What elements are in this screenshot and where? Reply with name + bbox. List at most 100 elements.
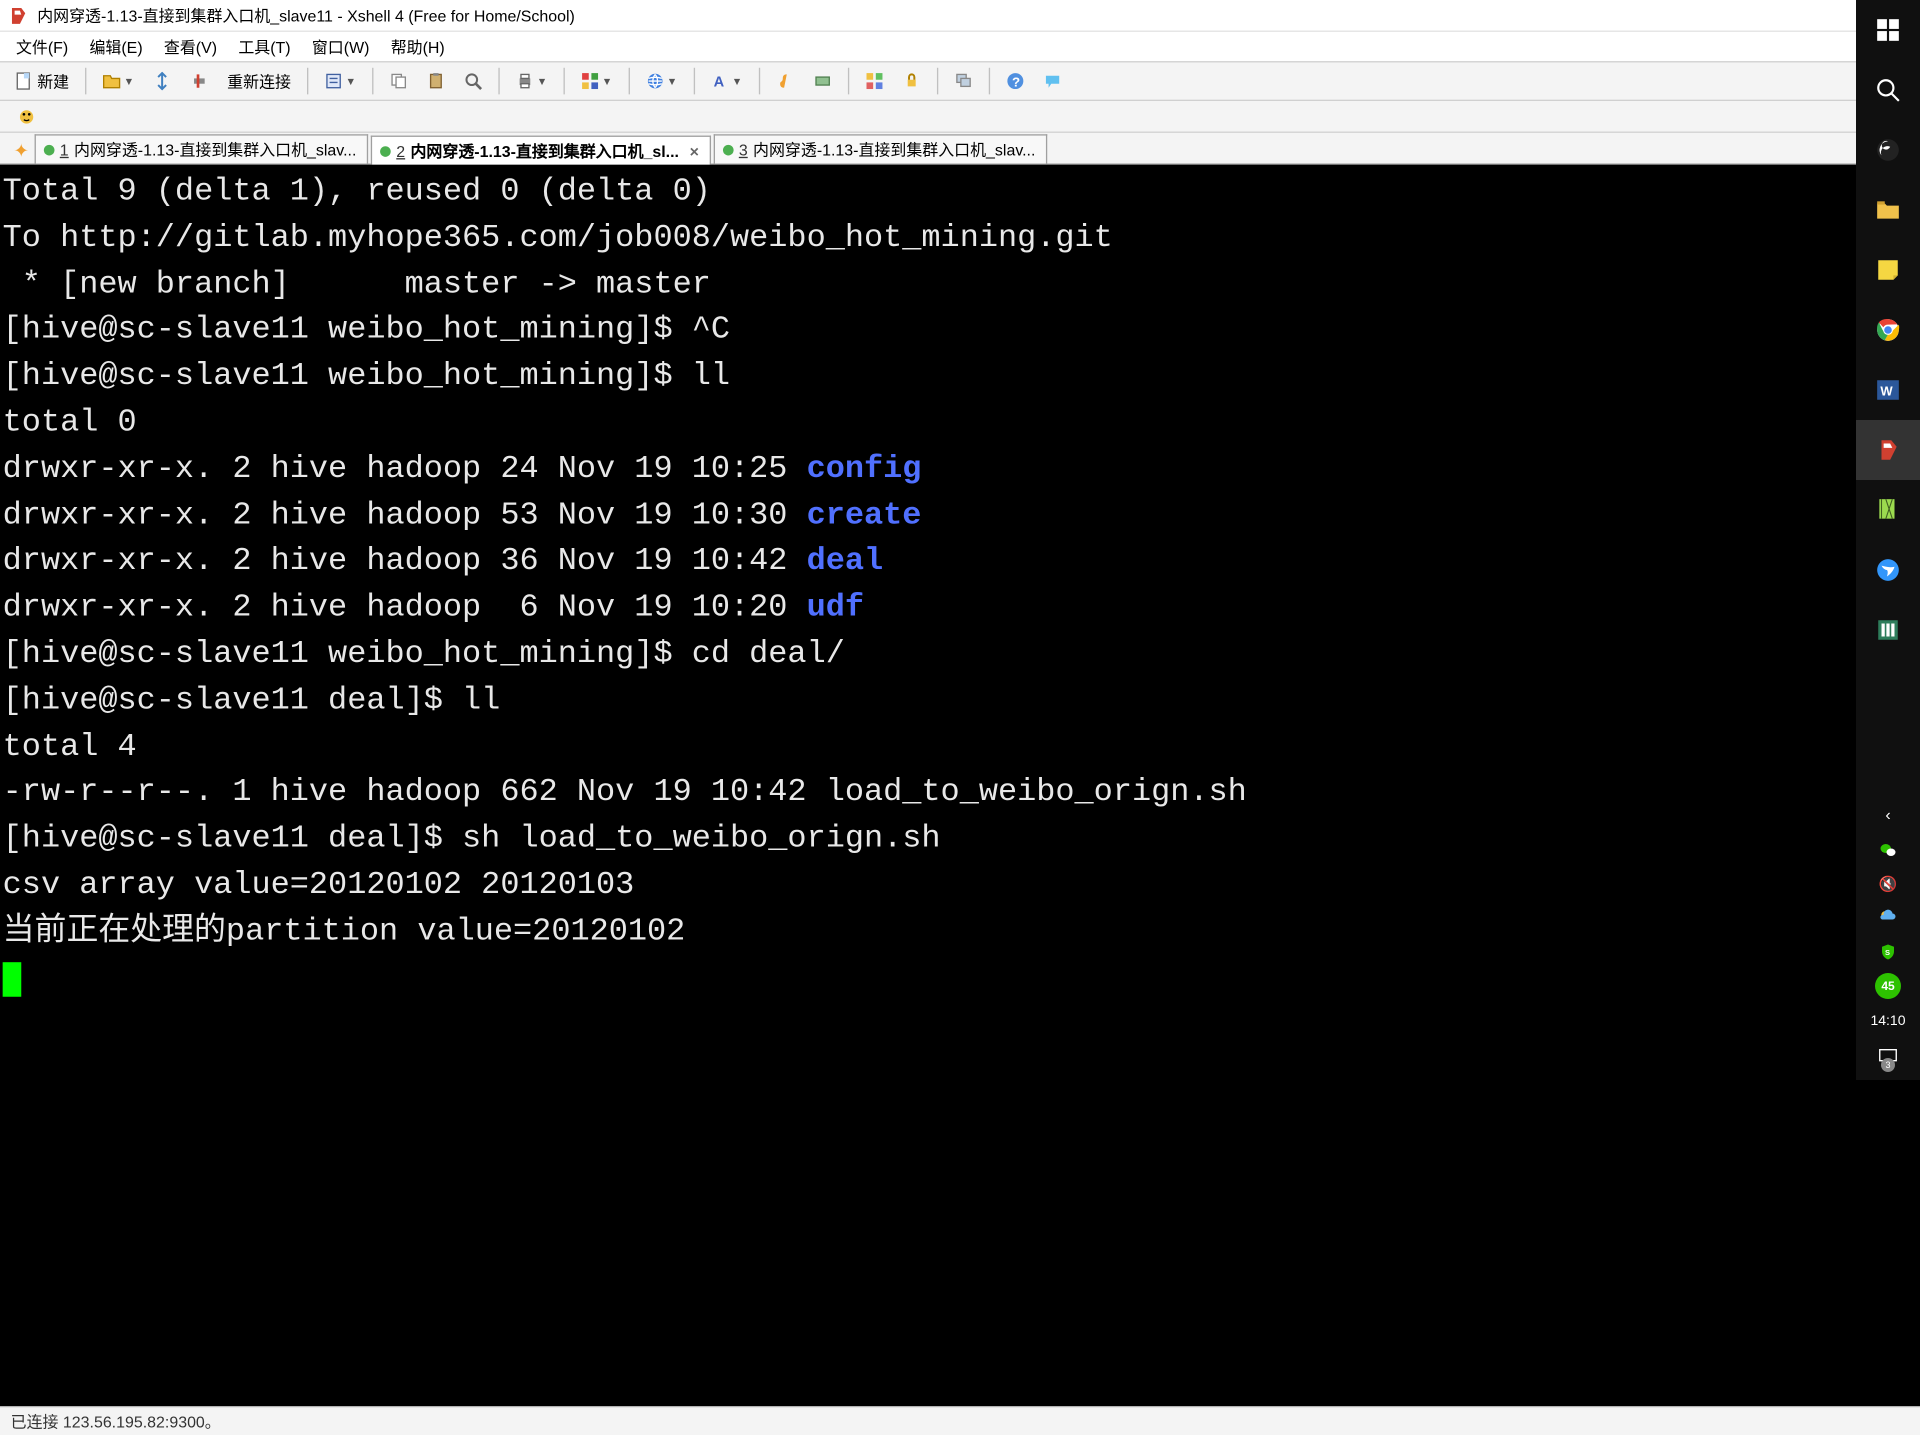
taskbar-app-dingtalk[interactable] (1856, 540, 1920, 600)
taskbar-app-chrome[interactable] (1856, 300, 1920, 360)
cascade-button[interactable] (947, 66, 979, 95)
terminal-container: Total 9 (delta 1), reused 0 (delta 0) To… (0, 165, 1920, 1406)
terminal-line: [hive@sc-slave11 weibo_hot_mining]$ ^C (3, 313, 730, 349)
web-button[interactable]: ▼ (639, 66, 684, 95)
menu-help[interactable]: 帮助(H) (383, 33, 453, 61)
print-button[interactable]: ▼ (509, 66, 554, 95)
addressbar-button[interactable] (11, 102, 43, 131)
terminal-line: [hive@sc-slave11 weibo_hot_mining]$ cd d… (3, 637, 845, 673)
tray-weather-icon[interactable] (1856, 906, 1920, 930)
dropdown-arrow-icon: ▼ (537, 75, 548, 87)
directory-name: create (807, 498, 922, 534)
search-button[interactable] (1856, 60, 1920, 120)
menubar: 文件(F) 编辑(E) 查看(V) 工具(T) 窗口(W) 帮助(H) (0, 32, 1920, 61)
tray-badge-45[interactable]: 45 (1856, 974, 1920, 998)
taskbar-app-word[interactable]: W (1856, 360, 1920, 420)
terminal-line: [hive@sc-slave11 deal]$ sh load_to_weibo… (3, 822, 941, 858)
terminal-line: [hive@sc-slave11 deal]$ ll (3, 683, 501, 719)
app-icon (8, 5, 29, 26)
chat-button[interactable] (1036, 66, 1068, 95)
tab-session-3[interactable]: 3 内网穿透-1.13-直接到集群入口机_slav... (714, 134, 1048, 163)
svg-text:A: A (713, 74, 724, 90)
tray-wechat-icon[interactable] (1856, 838, 1920, 862)
directory-name: config (807, 452, 922, 488)
disconnect-button[interactable] (183, 66, 215, 95)
svg-text:W: W (1880, 383, 1893, 398)
tab-number: 3 (739, 140, 748, 159)
reconnect-label: 重新连接 (227, 70, 291, 93)
terminal[interactable]: Total 9 (delta 1), reused 0 (delta 0) To… (0, 165, 1920, 1406)
help-button[interactable]: ? (999, 66, 1031, 95)
taskbar-app-xshell[interactable] (1856, 420, 1920, 480)
lock-button[interactable] (895, 66, 927, 95)
separator (847, 68, 848, 95)
status-dot-icon (723, 144, 734, 155)
tab-number: 1 (60, 140, 69, 159)
terminal-line: 当前正在处理的partition value=20120102 (3, 914, 686, 950)
cursor (3, 962, 22, 997)
separator (307, 68, 308, 95)
directory-name: deal (807, 544, 884, 580)
svg-text:?: ? (1011, 74, 1019, 89)
tab-number: 2 (396, 142, 405, 161)
terminal-line: -rw-r--r--. 1 hive hadoop 662 Nov 19 10:… (3, 775, 1247, 811)
menu-tools[interactable]: 工具(T) (230, 33, 298, 61)
dropdown-arrow-icon: ▼ (667, 75, 678, 87)
tray-security-icon[interactable]: S (1856, 940, 1920, 964)
properties-button[interactable]: ▼ (318, 66, 363, 95)
taskbar-app-notepadpp[interactable] (1856, 480, 1920, 540)
directory-name: udf (807, 590, 864, 626)
tabstrip: ✦ 1 内网穿透-1.13-直接到集群入口机_slav... 2 内网穿透-1.… (0, 133, 1920, 165)
reconnect-icon-button[interactable] (146, 66, 178, 95)
titlebar: 内网穿透-1.13-直接到集群入口机_slave11 - Xshell 4 (F… (0, 0, 1920, 32)
separator (936, 68, 937, 95)
terminal-line: To http://gitlab.myhope365.com/job008/we… (3, 220, 1113, 256)
subtoolbar (0, 101, 1920, 133)
separator (372, 68, 373, 95)
menu-view[interactable]: 查看(V) (156, 33, 225, 61)
taskbar-app-explorer[interactable] (1856, 180, 1920, 240)
add-tab-button[interactable]: ✦ (8, 137, 35, 164)
toolbar: 新建 ▼ 重新连接 ▼ (0, 61, 1920, 101)
taskbar-clock[interactable]: 14:10 (1856, 1008, 1920, 1032)
taskbar-app-obs[interactable] (1856, 120, 1920, 180)
terminal-line: drwxr-xr-x. 2 hive hadoop 53 Nov 19 10:3… (3, 498, 807, 534)
color-scheme-button[interactable]: ▼ (574, 66, 619, 95)
tab-session-1[interactable]: 1 内网穿透-1.13-直接到集群入口机_slav... (35, 134, 369, 163)
new-button[interactable]: 新建 (8, 66, 76, 95)
open-folder-button[interactable]: ▼ (96, 66, 141, 95)
system-tray: ‹ 🔇 S 45 14:10 3 (1856, 804, 1920, 1080)
terminal-line: drwxr-xr-x. 2 hive hadoop 24 Nov 19 10:2… (3, 452, 807, 488)
separator (563, 68, 564, 95)
menu-file[interactable]: 文件(F) (8, 33, 76, 61)
find-button[interactable] (457, 66, 489, 95)
tab-label: 内网穿透-1.13-直接到集群入口机_slav... (74, 138, 356, 161)
tray-expand-icon[interactable]: ‹ (1856, 804, 1920, 828)
taskbar-app-library[interactable] (1856, 600, 1920, 660)
terminal-line: total 4 (3, 729, 137, 765)
start-button[interactable] (1856, 0, 1920, 60)
tray-volume-mute-icon[interactable]: 🔇 (1856, 872, 1920, 896)
window-title: 内网穿透-1.13-直接到集群入口机_slave11 - Xshell 4 (F… (37, 4, 575, 27)
statusbar: 已连接 123.56.195.82:9300。 SSH2 linux 76x18… (0, 1406, 1920, 1435)
terminal-line: [hive@sc-slave11 weibo_hot_mining]$ ll (3, 359, 730, 395)
keymap-button[interactable] (806, 66, 838, 95)
reconnect-button[interactable]: 重新连接 (221, 66, 298, 95)
menu-edit[interactable]: 编辑(E) (82, 33, 151, 61)
notifications-button[interactable]: 3 (1873, 1042, 1903, 1072)
separator (758, 68, 759, 95)
tab-close-icon[interactable]: × (690, 142, 699, 161)
script-button[interactable] (769, 66, 801, 95)
copy-button[interactable] (383, 66, 415, 95)
status-dot-icon (380, 146, 391, 157)
tile-button[interactable] (858, 66, 890, 95)
taskbar-app-sticky[interactable] (1856, 240, 1920, 300)
terminal-line: total 0 (3, 405, 137, 441)
font-button[interactable]: A ▼ (704, 66, 749, 95)
paste-button[interactable] (420, 66, 452, 95)
dropdown-arrow-icon: ▼ (345, 75, 356, 87)
tab-session-2[interactable]: 2 内网穿透-1.13-直接到集群入口机_sl... × (371, 136, 711, 165)
menu-window[interactable]: 窗口(W) (304, 33, 378, 61)
windows-taskbar: W ‹ 🔇 S 45 14:10 3 (1856, 0, 1920, 1080)
dropdown-arrow-icon: ▼ (602, 75, 613, 87)
